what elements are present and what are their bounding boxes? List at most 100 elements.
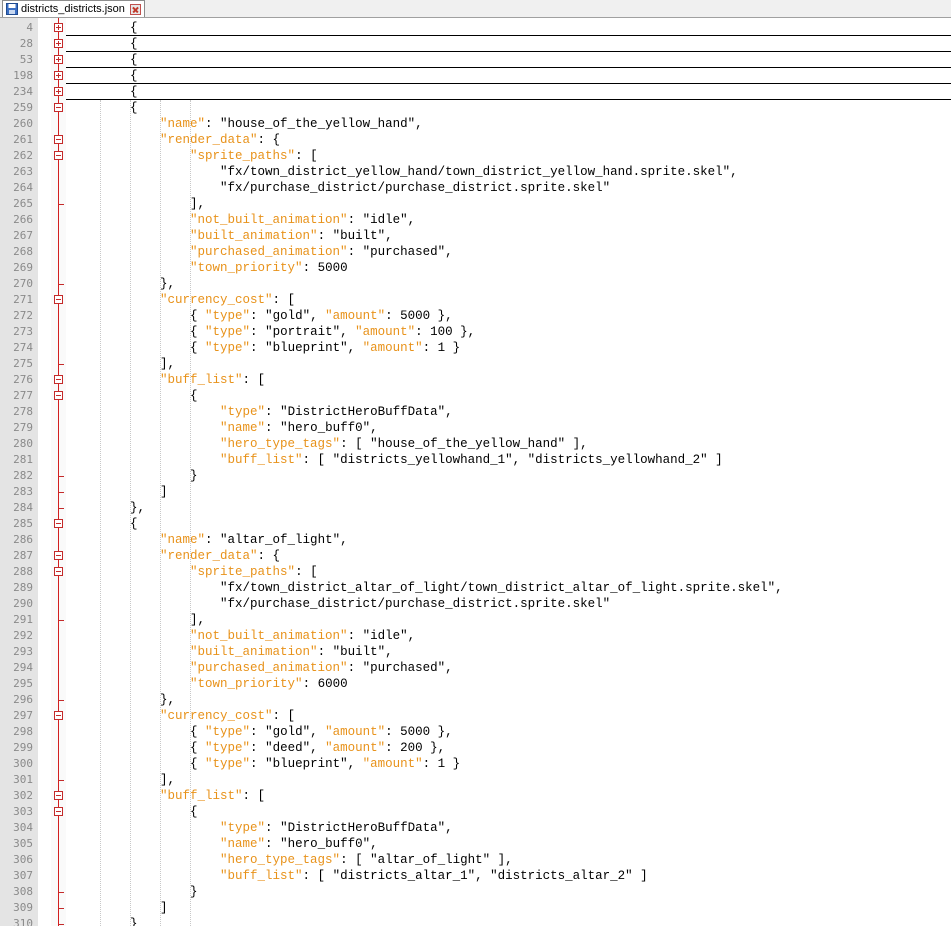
collapse-fold-icon[interactable] — [54, 711, 63, 720]
collapse-fold-icon[interactable] — [54, 295, 63, 304]
json-key: "render_data" — [160, 549, 258, 563]
code-line[interactable]: 304 "type": "DistrictHeroBuffData", — [0, 820, 951, 836]
collapse-fold-icon[interactable] — [54, 791, 63, 800]
collapse-fold-icon[interactable] — [54, 519, 63, 528]
code-line[interactable]: 291 ], — [0, 612, 951, 628]
code-line[interactable]: 259 { — [0, 100, 951, 116]
json-punctuation: } — [70, 885, 198, 899]
code-line[interactable]: 308 } — [0, 884, 951, 900]
code-line[interactable]: 309 ] — [0, 900, 951, 916]
code-text: } — [70, 916, 138, 926]
code-line[interactable]: 284 }, — [0, 500, 951, 516]
collapse-fold-icon[interactable] — [54, 551, 63, 560]
code-line[interactable]: 306 "hero_type_tags": [ "altar_of_light"… — [0, 852, 951, 868]
code-line[interactable]: 53 { — [0, 52, 951, 68]
line-number: 301 — [13, 773, 33, 786]
code-line[interactable]: 279 "name": "hero_buff0", — [0, 420, 951, 436]
code-line[interactable]: 4 { — [0, 20, 951, 36]
code-line[interactable]: 268 "purchased_animation": "purchased", — [0, 244, 951, 260]
code-line[interactable]: 264 "fx/purchase_district/purchase_distr… — [0, 180, 951, 196]
code-text: { — [70, 516, 138, 532]
code-line[interactable]: 296 }, — [0, 692, 951, 708]
json-punctuation: ], — [70, 197, 206, 211]
code-line[interactable]: 198 { — [0, 68, 951, 84]
code-line[interactable]: 293 "built_animation": "built", — [0, 644, 951, 660]
expand-fold-icon[interactable] — [54, 87, 63, 96]
close-icon[interactable] — [129, 3, 141, 15]
json-punctuation — [70, 373, 160, 387]
expand-fold-icon[interactable] — [54, 39, 63, 48]
code-line[interactable]: 263 "fx/town_district_yellow_hand/town_d… — [0, 164, 951, 180]
collapse-fold-icon[interactable] — [54, 807, 63, 816]
code-line[interactable]: 276 "buff_list": [ — [0, 372, 951, 388]
code-line[interactable]: 265 ], — [0, 196, 951, 212]
code-text: { — [70, 52, 138, 68]
code-line[interactable]: 272 { "type": "gold", "amount": 5000 }, — [0, 308, 951, 324]
code-line[interactable]: 261 "render_data": { — [0, 132, 951, 148]
code-line[interactable]: 310 } — [0, 916, 951, 926]
collapse-fold-icon[interactable] — [54, 567, 63, 576]
json-value: "built" — [332, 229, 386, 243]
code-line[interactable]: 267 "built_animation": "built", — [0, 228, 951, 244]
code-line[interactable]: 299 { "type": "deed", "amount": 200 }, — [0, 740, 951, 756]
code-line[interactable]: 297 "currency_cost": [ — [0, 708, 951, 724]
code-line[interactable]: 285 { — [0, 516, 951, 532]
json-punctuation: ] — [70, 901, 168, 915]
code-line[interactable]: 270 }, — [0, 276, 951, 292]
code-line[interactable]: 234 { — [0, 84, 951, 100]
code-line[interactable]: 283 ] — [0, 484, 951, 500]
code-line[interactable]: 287 "render_data": { — [0, 548, 951, 564]
code-line[interactable]: 290 "fx/purchase_district/purchase_distr… — [0, 596, 951, 612]
json-punctuation: : 5000 }, — [385, 309, 453, 323]
expand-fold-icon[interactable] — [54, 71, 63, 80]
code-line[interactable]: 281 "buff_list": [ "districts_yellowhand… — [0, 452, 951, 468]
line-number: 280 — [13, 437, 33, 450]
code-line[interactable]: 278 "type": "DistrictHeroBuffData", — [0, 404, 951, 420]
line-number: 307 — [13, 869, 33, 882]
collapse-fold-icon[interactable] — [54, 391, 63, 400]
collapse-fold-icon[interactable] — [54, 151, 63, 160]
json-punctuation — [70, 645, 190, 659]
line-number: 260 — [13, 117, 33, 130]
file-tab[interactable]: districts_districts.json — [2, 0, 145, 17]
code-line[interactable]: 273 { "type": "portrait", "amount": 100 … — [0, 324, 951, 340]
code-line[interactable]: 260 "name": "house_of_the_yellow_hand", — [0, 116, 951, 132]
expand-fold-icon[interactable] — [54, 23, 63, 32]
collapse-fold-icon[interactable] — [54, 103, 63, 112]
code-line[interactable]: 280 "hero_type_tags": [ "house_of_the_ye… — [0, 436, 951, 452]
code-line[interactable]: 28 { — [0, 36, 951, 52]
code-line[interactable]: 298 { "type": "gold", "amount": 5000 }, — [0, 724, 951, 740]
code-line[interactable]: 271 "currency_cost": [ — [0, 292, 951, 308]
collapse-fold-icon[interactable] — [54, 375, 63, 384]
code-text: "name": "hero_buff0", — [70, 836, 378, 852]
json-punctuation: ] — [70, 485, 168, 499]
code-line[interactable]: 302 "buff_list": [ — [0, 788, 951, 804]
code-line[interactable]: 301 ], — [0, 772, 951, 788]
code-line[interactable]: 307 "buff_list": [ "districts_altar_1", … — [0, 868, 951, 884]
code-line[interactable]: 269 "town_priority": 5000 — [0, 260, 951, 276]
code-line[interactable]: 282 } — [0, 468, 951, 484]
code-line[interactable]: 294 "purchased_animation": "purchased", — [0, 660, 951, 676]
code-line[interactable]: 303 { — [0, 804, 951, 820]
code-line[interactable]: 295 "town_priority": 6000 — [0, 676, 951, 692]
code-line[interactable]: 286 "name": "altar_of_light", — [0, 532, 951, 548]
code-text: "sprite_paths": [ — [70, 148, 318, 164]
code-line[interactable]: 277 { — [0, 388, 951, 404]
code-line[interactable]: 289 "fx/town_district_altar_of_light/tow… — [0, 580, 951, 596]
code-line[interactable]: 300 { "type": "blueprint", "amount": 1 } — [0, 756, 951, 772]
line-number: 287 — [13, 549, 33, 562]
code-line[interactable]: 266 "not_built_animation": "idle", — [0, 212, 951, 228]
code-editor[interactable]: 4 {28 {53 {198 {234 {259 {260 "name": "h… — [0, 18, 951, 926]
tab-bar: districts_districts.json — [0, 0, 951, 18]
json-punctuation: , — [775, 581, 783, 595]
code-line[interactable]: 288 "sprite_paths": [ — [0, 564, 951, 580]
line-number: 300 — [13, 757, 33, 770]
code-line[interactable]: 305 "name": "hero_buff0", — [0, 836, 951, 852]
collapse-fold-icon[interactable] — [54, 135, 63, 144]
code-line[interactable]: 274 { "type": "blueprint", "amount": 1 } — [0, 340, 951, 356]
expand-fold-icon[interactable] — [54, 55, 63, 64]
code-line[interactable]: 275 ], — [0, 356, 951, 372]
code-line[interactable]: 262 "sprite_paths": [ — [0, 148, 951, 164]
json-punctuation: { — [70, 85, 138, 99]
code-line[interactable]: 292 "not_built_animation": "idle", — [0, 628, 951, 644]
